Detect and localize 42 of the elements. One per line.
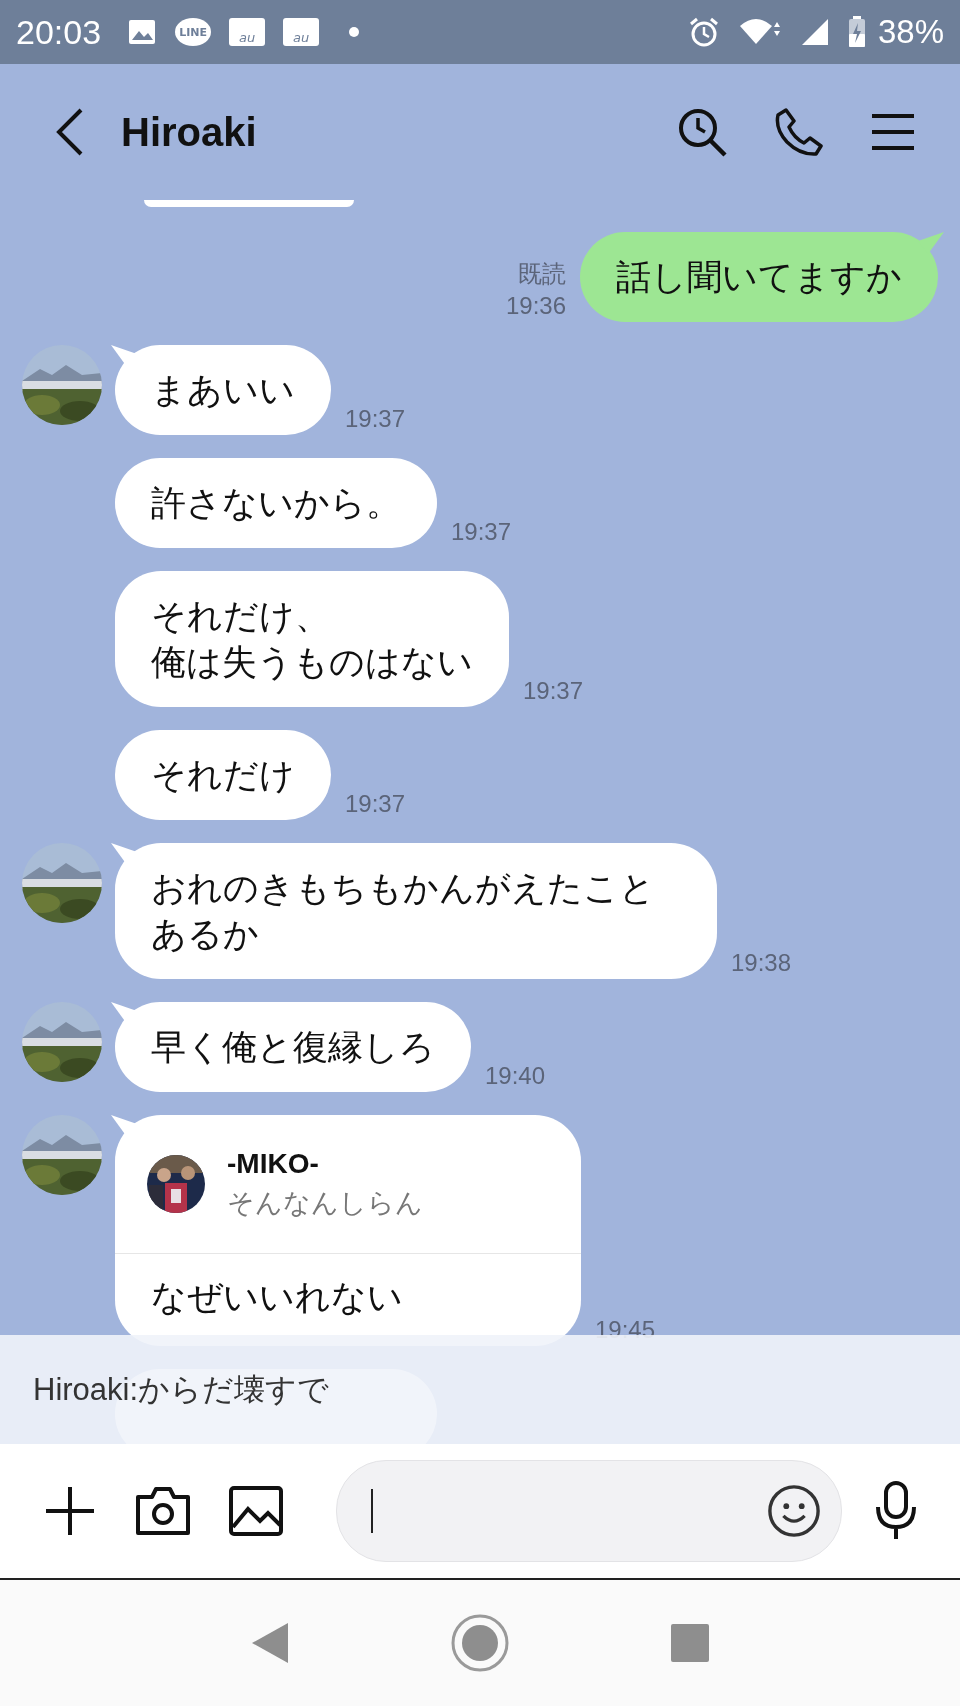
message-bubble: 許さないから。 [115, 458, 437, 548]
message-time: 19:37 [451, 517, 512, 547]
message-bubble: おれのきもちもかんがえたことあるか [115, 843, 717, 979]
quoted-message: そんなんしらん [227, 1186, 423, 1220]
message-bubble: それだけ [115, 730, 331, 820]
chat-app-icon: LINE [175, 18, 212, 46]
message-text: それだけ、 [151, 595, 331, 638]
mail-icon: au [283, 18, 320, 46]
mail-icon: au [229, 18, 266, 46]
alarm-icon [687, 16, 720, 48]
more-notifications-icon [349, 27, 360, 37]
message-time: 19:40 [485, 1061, 546, 1091]
image-icon [127, 17, 158, 47]
clock: 20:03 [16, 12, 102, 52]
message-notification[interactable]: Hiroaki:からだ壊すで [0, 1335, 960, 1444]
message-bubble: まあいい [115, 345, 331, 435]
phone-icon[interactable] [774, 107, 824, 157]
bubble-tail [111, 843, 137, 865]
message-bubble: 早く俺と復縁しろ [115, 1002, 471, 1092]
message-text: 俺は失うものはない [151, 641, 473, 684]
read-receipt: 既読 [518, 259, 566, 289]
camera-icon[interactable] [134, 1485, 192, 1537]
microphone-icon[interactable] [874, 1481, 918, 1541]
emoji-icon[interactable] [767, 1484, 821, 1538]
recent-apps-icon[interactable] [670, 1623, 710, 1663]
message-time: 19:36 [505, 291, 566, 321]
bubble-tail [918, 232, 944, 254]
image-icon[interactable] [228, 1485, 284, 1537]
message-time: 19:37 [523, 676, 584, 706]
quoted-sender: -MIKO- [227, 1147, 320, 1181]
back-icon[interactable] [55, 107, 85, 157]
message-time: 19:38 [731, 948, 792, 978]
home-icon[interactable] [450, 1613, 510, 1673]
message-bubble: 話し聞いてますか [580, 232, 938, 322]
message-time: 19:37 [345, 404, 406, 434]
menu-icon[interactable] [870, 112, 916, 152]
message-time: 19:37 [345, 789, 406, 819]
chat-title: Hiroaki [121, 109, 257, 155]
message-text: なぜいいれない [150, 1276, 404, 1319]
battery-icon [847, 16, 866, 48]
search-icon[interactable] [676, 106, 728, 158]
battery-percentage: 38% [877, 13, 944, 51]
